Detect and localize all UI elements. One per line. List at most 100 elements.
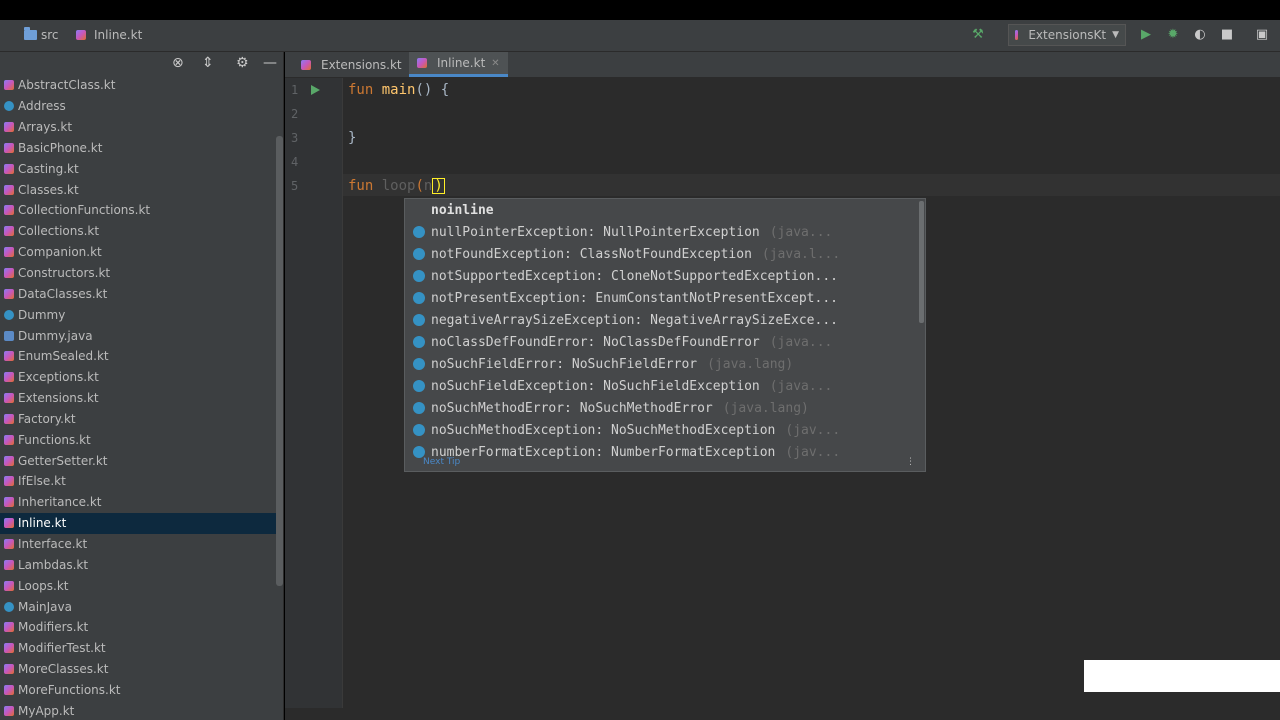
project-file-item[interactable]: Casting.kt [0,158,283,179]
class-icon [4,309,14,320]
project-file-item[interactable]: Dummy [0,304,283,325]
project-file-item[interactable]: Inheritance.kt [0,492,283,513]
kotlin-file-icon [4,622,14,633]
project-file-item[interactable]: Address [0,96,283,117]
file-name-label: BasicPhone.kt [18,140,103,155]
project-file-item[interactable]: IfElse.kt [0,471,283,492]
completion-item[interactable]: notFoundException: ClassNotFoundExceptio… [405,243,917,265]
project-file-item[interactable]: Arrays.kt [0,117,283,138]
project-file-item[interactable]: MainJava [0,596,283,617]
close-icon[interactable]: ✕ [491,58,499,69]
kotlin-file-icon [4,455,14,466]
run-icon[interactable]: ▶ [1138,27,1154,43]
current-line-highlight [343,174,1280,196]
project-panel: ⊗ ⇕ ⚙ — AbstractClass.kt Address Arrays.kt… [0,52,284,720]
completion-item-label: noSuchFieldError: NoSuchFieldError [431,356,698,372]
hide-panel-icon[interactable]: — [263,55,277,71]
project-file-item[interactable]: CollectionFunctions.kt [0,200,283,221]
tab-extensions-kt[interactable]: Extensions.kt ✕ [293,52,424,77]
gear-icon[interactable]: ⚙ [236,55,249,71]
completion-item[interactable]: notSupportedException: CloneNotSupported… [405,265,917,287]
project-file-item[interactable]: Lambdas.kt [0,554,283,575]
project-file-item[interactable]: ModifierTest.kt [0,638,283,659]
project-file-item[interactable]: Classes.kt [0,179,283,200]
kotlin-file-icon [4,684,14,695]
breadcrumb-src[interactable]: src [24,27,59,42]
project-file-item[interactable]: AbstractClass.kt [0,75,283,96]
completion-item[interactable]: noSuchFieldError: NoSuchFieldError (java.… [405,353,917,375]
file-name-label: MyApp.kt [18,703,75,718]
project-file-item[interactable]: Modifiers.kt [0,617,283,638]
kotlin-file-icon [4,247,14,258]
completion-item[interactable]: notPresentException: EnumConstantNotPres… [405,287,917,309]
project-file-item[interactable]: MyApp.kt [0,700,283,720]
file-name-label: MoreFunctions.kt [18,682,121,697]
kotlin-file-icon [4,643,14,654]
project-toolbar: ⊗ ⇕ ⚙ — [0,52,283,76]
project-file-item[interactable]: BasicPhone.kt [0,138,283,159]
project-file-item[interactable]: DataClasses.kt [0,283,283,304]
stop-icon[interactable]: ■ [1219,27,1235,43]
kotlin-file-icon [4,413,14,424]
project-file-item[interactable]: Exceptions.kt [0,367,283,388]
project-file-item[interactable]: Functions.kt [0,429,283,450]
completion-item-label: notPresentException: EnumConstantNotPres… [431,290,838,306]
project-file-item[interactable]: Factory.kt [0,409,283,430]
run-configuration-dropdown[interactable]: ExtensionsKt ▼ [1008,24,1126,46]
file-name-label: Constructors.kt [18,266,111,281]
project-file-item[interactable]: MoreClasses.kt [0,659,283,680]
run-main-gutter-icon[interactable] [311,85,320,95]
tab-inline-kt[interactable]: Inline.kt ✕ [409,52,508,77]
kotlin-file-icon [4,142,14,153]
completion-item-package: (java... [769,334,833,350]
locate-file-icon[interactable]: ⊗ [172,55,184,71]
kotlin-file-icon [4,580,14,591]
completion-item[interactable]: noSuchMethodException: NoSuchMethodExcep… [405,419,917,441]
project-file-item[interactable]: Collections.kt [0,221,283,242]
code-line-5: fun loop(n) [348,178,445,194]
project-file-item[interactable]: GetterSetter.kt [0,450,283,471]
kotlin-file-icon [4,434,14,445]
project-file-item[interactable]: Inline.kt [0,512,283,534]
completion-item-label: noClassDefFoundError: NoClassDefFoundErr… [431,334,760,350]
completion-item-package: (java... [769,378,833,394]
file-name-label: Loops.kt [18,578,69,593]
project-file-item[interactable]: Companion.kt [0,242,283,263]
tab-label: Inline.kt [437,56,486,70]
project-scrollbar[interactable] [276,136,283,586]
project-file-item[interactable]: MoreFunctions.kt [0,679,283,700]
debug-bug-icon[interactable]: ✹ [1165,27,1181,43]
coverage-icon[interactable]: ◐ [1192,27,1208,43]
collapse-all-icon[interactable]: ⇕ [202,55,214,71]
completion-item-keyword[interactable]: noinline [405,199,917,221]
completion-item[interactable]: noSuchMethodError: NoSuchMethodError (jav… [405,397,917,419]
completion-item[interactable]: noSuchFieldException: NoSuchFieldExcepti… [405,375,917,397]
completion-item-label: numberFormatException: NumberFormatExcep… [431,444,776,460]
completion-item[interactable]: nullPointerException: NullPointerExcepti… [405,221,917,243]
project-file-item[interactable]: Loops.kt [0,575,283,596]
completion-item-package: (java.lang) [707,356,794,372]
completion-item[interactable]: noClassDefFoundError: NoClassDefFoundErr… [405,331,917,353]
build-hammer-icon[interactable]: ⚒ [970,27,986,43]
project-file-item[interactable]: Interface.kt [0,534,283,555]
file-name-label: Extensions.kt [18,391,99,406]
property-icon [413,424,425,436]
breadcrumb-file[interactable]: Inline.kt [76,28,142,42]
file-name-label: ModifierTest.kt [18,641,106,656]
project-file-item[interactable]: Constructors.kt [0,263,283,284]
completion-item[interactable]: numberFormatException: NumberFormatExcep… [405,441,917,463]
completion-scrollbar[interactable] [919,201,924,323]
file-name-label: Dummy [18,307,66,322]
project-file-item[interactable]: Extensions.kt [0,388,283,409]
file-name-label: MoreClasses.kt [18,662,109,677]
java-file-icon [4,330,14,341]
kotlin-file-icon [4,372,14,383]
project-structure-icon[interactable]: ▣ [1254,27,1270,43]
project-file-item[interactable]: EnumSealed.kt [0,346,283,367]
completion-item[interactable]: negativeArraySizeException: NegativeArra… [405,309,917,331]
line-number: 1 [291,83,299,97]
kotlin-file-icon [4,205,14,216]
file-name-label: Classes.kt [18,182,79,197]
kotlin-file-icon [4,163,14,174]
project-file-item[interactable]: Dummy.java [0,325,283,346]
